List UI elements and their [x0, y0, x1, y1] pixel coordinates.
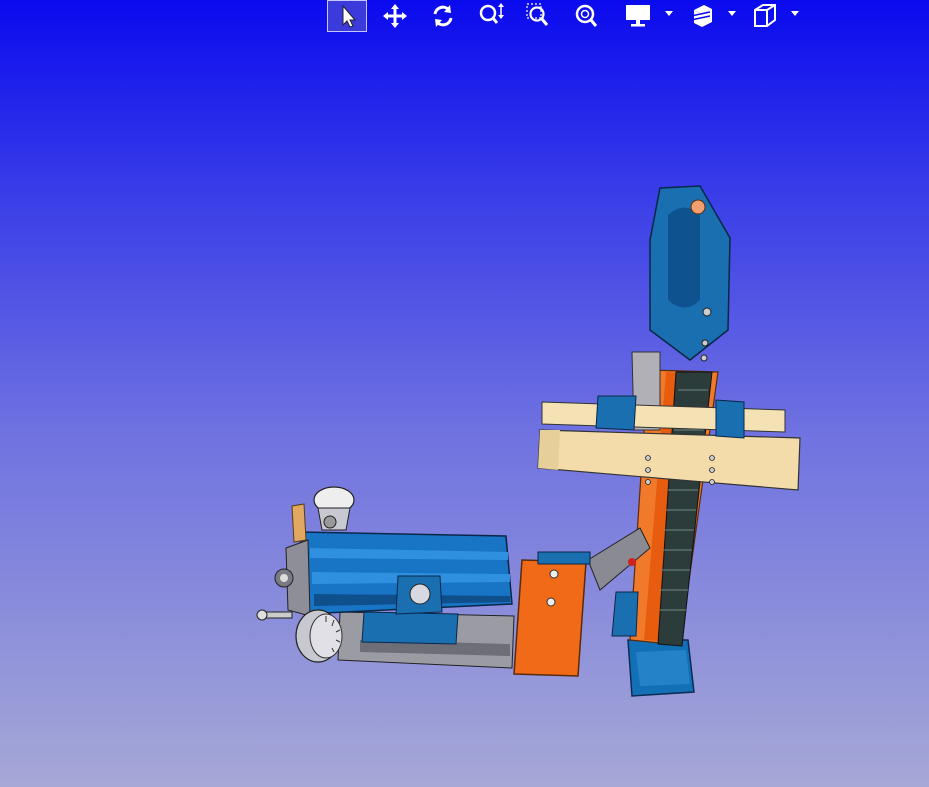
rotate-icon	[433, 5, 453, 27]
display-mode-button[interactable]	[618, 0, 658, 32]
standard-views-dropdown[interactable]	[790, 8, 800, 20]
zoom-fit-icon	[575, 4, 598, 27]
chevron-down-icon	[665, 11, 673, 16]
section-dropdown[interactable]	[727, 8, 737, 20]
monitor-icon	[626, 5, 650, 27]
section-planes-icon	[690, 5, 712, 27]
arrow-pointer-icon	[342, 4, 357, 28]
orange-block	[513, 559, 587, 677]
zoom-button[interactable]	[471, 0, 511, 32]
zoom-window-button[interactable]	[519, 0, 559, 32]
viewer-toolbar	[326, 0, 806, 34]
pan-button[interactable]	[375, 0, 415, 32]
zoom-window-icon	[526, 3, 549, 26]
chevron-down-icon	[728, 11, 736, 16]
cube-icon	[754, 4, 776, 27]
display-mode-dropdown[interactable]	[664, 8, 674, 20]
rotate-button[interactable]	[423, 0, 463, 32]
standard-views-button[interactable]	[744, 0, 784, 32]
zoom-fit-button[interactable]	[567, 0, 607, 32]
section-button[interactable]	[681, 0, 721, 32]
chevron-down-icon	[791, 11, 799, 16]
select-button[interactable]	[327, 0, 367, 32]
move-arrows-icon	[383, 4, 407, 28]
carriage-box	[361, 611, 459, 645]
crossbeam-back	[541, 401, 786, 433]
zoom-updown-icon	[479, 3, 504, 24]
3d-viewport[interactable]	[0, 0, 929, 787]
3d-model[interactable]	[0, 0, 929, 787]
